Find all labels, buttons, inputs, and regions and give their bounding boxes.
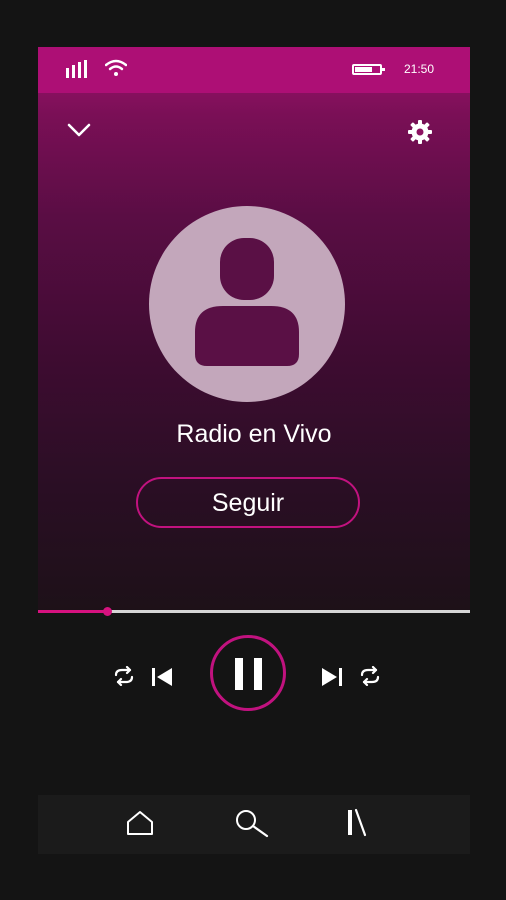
repeat-icon[interactable] xyxy=(112,666,136,686)
status-time: 21:50 xyxy=(404,62,435,76)
library-icon[interactable] xyxy=(344,807,370,837)
phone-screen: 21:50 Radio en Vivo Seguir xyxy=(38,47,470,854)
station-name: Radio en Vivo xyxy=(176,420,332,448)
progress-fill xyxy=(38,610,108,613)
progress-bar[interactable] xyxy=(38,607,470,616)
station-avatar xyxy=(149,206,345,402)
bottom-nav xyxy=(38,795,470,854)
repeat-icon[interactable] xyxy=(358,666,382,686)
pause-button[interactable] xyxy=(210,635,286,711)
gear-icon[interactable] xyxy=(407,119,433,145)
status-bar: 21:50 xyxy=(38,47,470,93)
follow-button[interactable]: Seguir xyxy=(136,477,360,528)
user-icon xyxy=(195,238,299,366)
next-icon[interactable] xyxy=(321,667,343,687)
battery-icon xyxy=(352,64,385,75)
search-icon[interactable] xyxy=(234,808,270,838)
pause-icon-bar xyxy=(254,658,262,690)
chevron-down-icon[interactable] xyxy=(66,119,92,141)
home-icon[interactable] xyxy=(125,809,155,837)
pause-icon xyxy=(235,658,243,690)
signal-icon xyxy=(66,60,87,78)
progress-thumb[interactable] xyxy=(103,607,113,616)
previous-icon[interactable] xyxy=(151,667,173,687)
wifi-icon xyxy=(105,59,127,76)
